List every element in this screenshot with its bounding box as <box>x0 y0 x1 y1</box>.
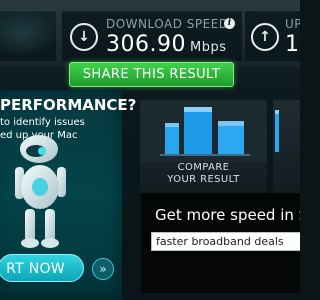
download-label: DOWNLOAD SPEED <box>106 17 229 31</box>
download-arrow-icon: ↓ <box>70 23 98 51</box>
upload-panel: ↑ UPLO 15 <box>245 10 300 61</box>
upload-label: UPLO <box>285 17 300 31</box>
ad-text-line: to identify issues <box>0 117 85 128</box>
download-speed-unit: Mbps <box>189 40 227 55</box>
compare-label: COMPARE YOUR RESULT <box>140 162 267 186</box>
speed-header: ↓ DOWNLOAD SPEED i 306.90Mbps ↑ UPLO 15 <box>0 0 300 66</box>
compare-result-tile[interactable]: COMPARE YOUR RESULT <box>140 100 267 194</box>
compare-label-line: YOUR RESULT <box>167 174 240 185</box>
promo-headline: Get more speed in S <box>155 206 300 224</box>
download-panel: ↓ DOWNLOAD SPEED i 306.90 Mbps <box>62 10 242 61</box>
ad-headline: PERFORMANCE? <box>0 96 137 114</box>
speedtest-results-screen: ↓ DOWNLOAD SPEED i 306.90Mbps ↑ UPLO 15 … <box>0 0 300 300</box>
previous-panel <box>0 10 56 61</box>
search-input[interactable]: faster broadband deals <box>151 232 300 251</box>
upload-arrow-icon: ↑ <box>251 23 279 51</box>
promo-search-box: Get more speed in S faster broadband dea… <box>141 193 300 293</box>
compare-label-line: COMPARE <box>177 162 230 173</box>
download-speed-number: 306.90 <box>106 32 186 57</box>
start-now-button[interactable]: RT NOW <box>0 254 84 282</box>
download-speed-value: 306.90 Mbps <box>106 32 226 57</box>
info-icon[interactable]: i <box>224 18 235 29</box>
upload-speed-value: 15 <box>285 32 300 57</box>
bar-chart-icon <box>140 100 267 162</box>
double-chevron-right-icon[interactable]: » <box>92 258 114 280</box>
tile-graphic-icon <box>275 110 279 152</box>
robot-mascot-icon <box>15 135 66 248</box>
secondary-tile[interactable] <box>273 100 300 194</box>
share-result-button[interactable]: SHARE THIS RESULT <box>69 62 234 87</box>
